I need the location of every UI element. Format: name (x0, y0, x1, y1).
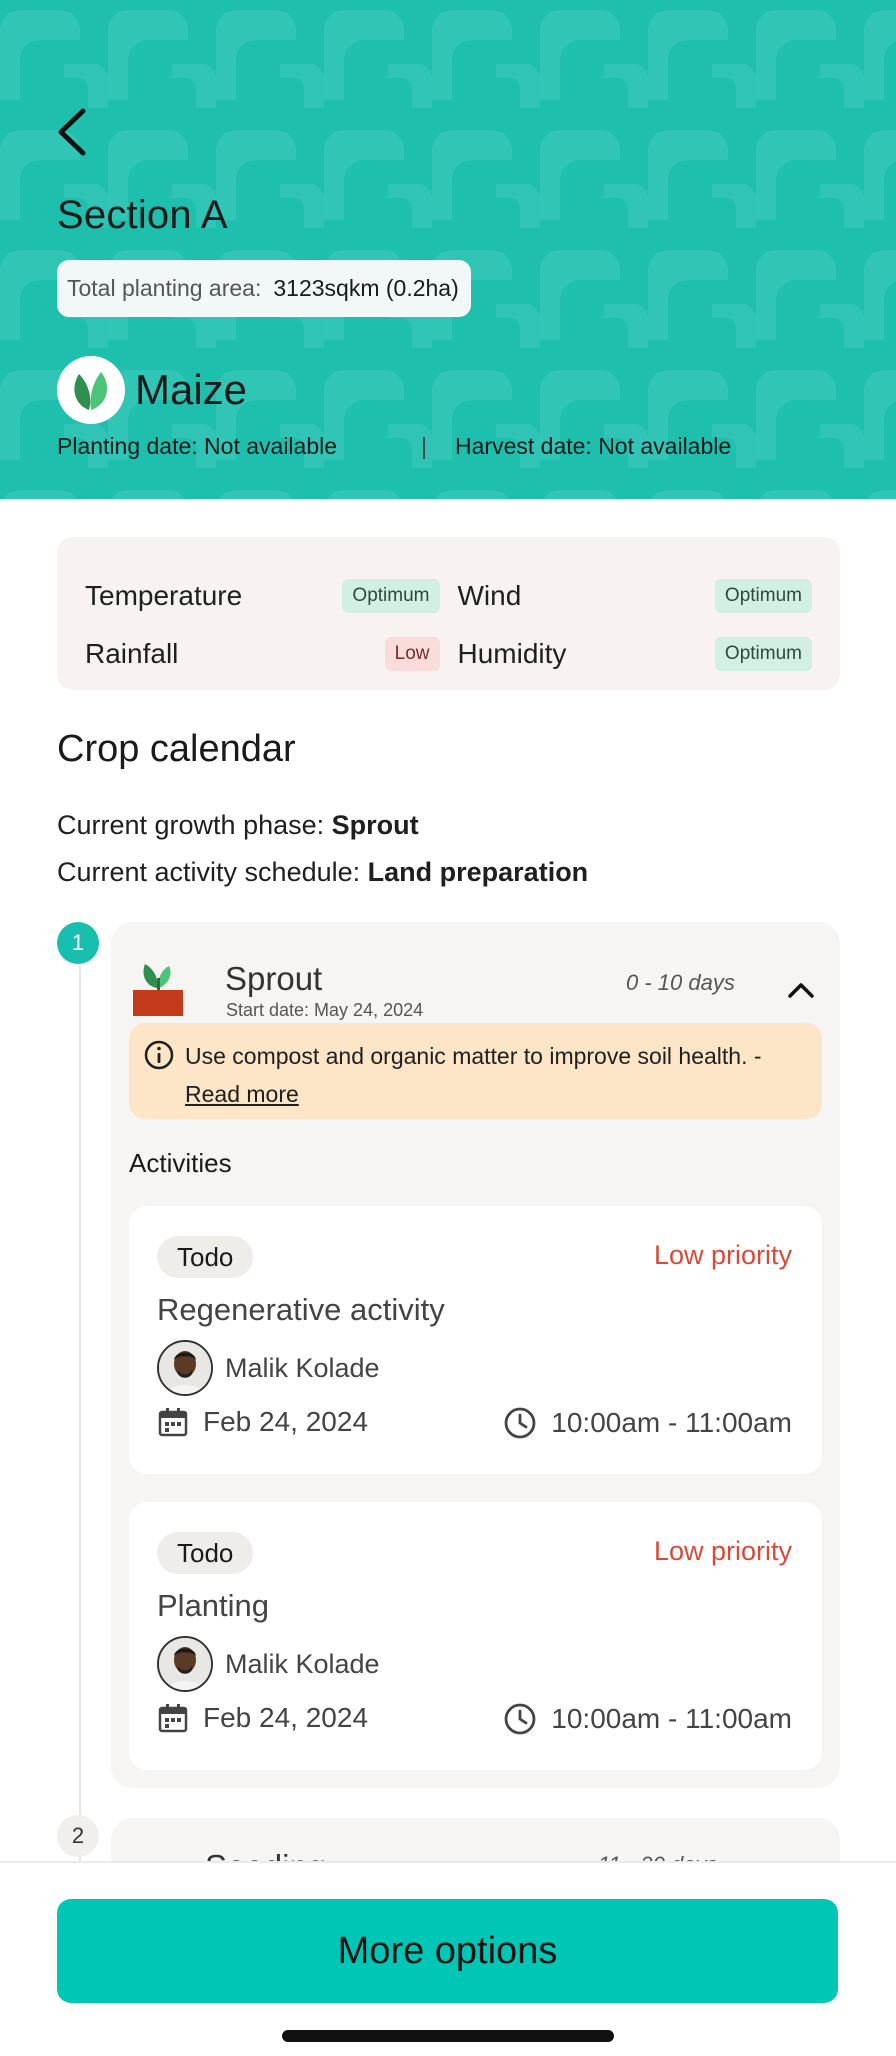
date-text: Feb 24, 2024 (203, 1702, 369, 1733)
clock-icon (504, 1703, 536, 1735)
activity-time: 10:00am - 11:00am (503, 1702, 792, 1736)
step-number-1: 1 (57, 922, 99, 964)
home-indicator (282, 2030, 614, 2042)
harvest-date: Harvest date: Not available (455, 433, 732, 459)
chevron-left-icon (58, 108, 86, 156)
weather-label: Temperature (85, 580, 243, 611)
priority-label: Low priority (653, 1240, 792, 1270)
sprout-pot-icon (133, 964, 183, 1016)
person-avatar-icon (159, 1342, 211, 1394)
calendar-icon (158, 1704, 188, 1733)
phase-name: Sprout (225, 960, 323, 997)
planting-area-pill: Total planting area: 3123sqkm (0.2ha) (57, 260, 471, 317)
time-text: 10:00am - 11:00am (551, 1703, 792, 1734)
activity-date: Feb 24, 2024 (157, 1702, 368, 1734)
planting-area-label: Total planting area: (67, 275, 262, 301)
status-badge: Optimum (714, 579, 812, 613)
leaf-icon (74, 372, 107, 410)
info-icon (144, 1040, 174, 1070)
crop-dates: Planting date: Not available | Harvest d… (57, 433, 817, 460)
timeline-line (79, 962, 81, 1862)
status-chip: Todo (157, 1532, 254, 1574)
tip-text: Use compost and organic matter to improv… (185, 1043, 762, 1069)
step-number-2: 2 (57, 1815, 99, 1857)
crop-calendar-title: Crop calendar (57, 728, 296, 770)
assignee-name: Malik Kolade (225, 1648, 380, 1679)
header-pattern (0, 0, 896, 499)
activity-title: Regenerative activity (157, 1292, 445, 1327)
phase-card-sprout: Sprout Start date: May 24, 2024 0 - 10 d… (111, 922, 840, 1788)
date-text: Feb 24, 2024 (203, 1406, 369, 1437)
weather-label: Humidity (457, 638, 567, 669)
activity-card[interactable]: Todo Low priority Regenerative activity … (129, 1206, 822, 1474)
assignee: Malik Kolade (157, 1340, 380, 1396)
crop-name: Maize (135, 366, 248, 413)
planting-area-value: 3123sqkm (0.2ha) (273, 275, 459, 301)
crop-logo (57, 356, 125, 424)
activities-heading: Activities (129, 1148, 232, 1178)
avatar (157, 1340, 213, 1396)
assignee-name: Malik Kolade (225, 1352, 380, 1383)
weather-item-humidity: Humidity Optimum (457, 637, 812, 671)
activity-title: Planting (157, 1588, 270, 1623)
status-badge: Optimum (342, 579, 440, 613)
tip-banner: Use compost and organic matter to improv… (129, 1023, 822, 1119)
phase-duration: 0 - 10 days (626, 970, 735, 995)
chevron-up-icon (788, 983, 814, 998)
weather-label: Rainfall (85, 638, 179, 669)
weather-item-temperature: Temperature Optimum (85, 579, 440, 613)
crop-row: Maize (57, 356, 247, 424)
activity-time: 10:00am - 11:00am (503, 1406, 792, 1440)
date-separator: | (421, 433, 428, 459)
clock-icon (504, 1407, 536, 1439)
activity-schedule-label: Current activity schedule: (57, 857, 361, 887)
priority-label: Low priority (653, 1536, 792, 1566)
weather-item-wind: Wind Optimum (457, 579, 812, 613)
phase-start-date: Start date: May 24, 2024 (226, 1000, 424, 1020)
avatar (157, 1636, 213, 1692)
status-badge: Optimum (714, 637, 812, 671)
weather-label: Wind (457, 580, 522, 611)
activity-date: Feb 24, 2024 (157, 1406, 368, 1438)
phase-header[interactable]: Sprout Start date: May 24, 2024 0 - 10 d… (131, 940, 821, 1020)
planting-date: Planting date: Not available (57, 433, 338, 459)
header-banner: Section A Total planting area: 3123sqkm … (0, 0, 896, 499)
status-badge: Low (384, 637, 440, 671)
calendar-icon (158, 1408, 188, 1437)
weather-item-rainfall: Rainfall Low (85, 637, 440, 671)
read-more-link[interactable]: Read more (185, 1081, 299, 1107)
person-avatar-icon (159, 1638, 211, 1690)
activity-schedule-value: Land preparation (367, 857, 589, 887)
weather-conditions-card: Temperature Optimum Wind Optimum Rainfal… (57, 537, 840, 690)
assignee: Malik Kolade (157, 1636, 380, 1692)
growth-phase-value: Sprout (331, 810, 419, 840)
growth-phase-label: Current growth phase: (57, 810, 325, 840)
page-title: Section A (57, 193, 228, 237)
back-button[interactable] (52, 104, 92, 160)
status-chip: Todo (157, 1236, 254, 1278)
activity-card[interactable]: Todo Low priority Planting Malik Kolade (129, 1502, 822, 1770)
collapse-button[interactable] (781, 970, 821, 1010)
current-growth-phase: Current growth phase: Sprout (57, 810, 419, 841)
more-options-button[interactable]: More options (57, 1899, 838, 2003)
current-activity-schedule: Current activity schedule: Land preparat… (57, 857, 588, 888)
time-text: 10:00am - 11:00am (551, 1407, 792, 1438)
